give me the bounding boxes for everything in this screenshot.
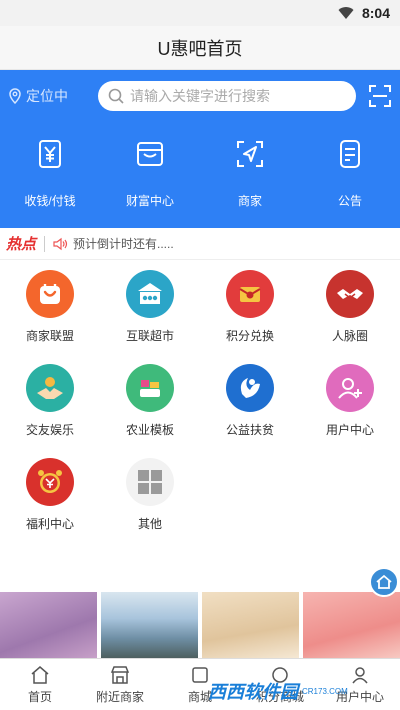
nav-label: 首页 xyxy=(27,689,52,704)
red-envelope-icon xyxy=(226,270,274,318)
wallet-icon xyxy=(137,142,163,166)
grid-item-label: 福利中心 xyxy=(25,517,74,531)
grid-item-label: 商家联盟 xyxy=(25,329,74,343)
grid-item-label: 用户中心 xyxy=(325,423,374,437)
speaker-icon xyxy=(53,237,68,250)
search-box[interactable] xyxy=(98,81,356,111)
hands-coin-icon xyxy=(26,364,74,412)
home-float-icon xyxy=(376,574,392,589)
grid-item-label: 互联超市 xyxy=(125,329,174,343)
grid-item-agriculture[interactable]: 农业模板 xyxy=(100,364,200,438)
status-time: 8:04 xyxy=(361,5,390,21)
banner-image-blanket-purple[interactable] xyxy=(0,592,97,658)
grid-item-points-exchange[interactable]: 积分兑换 xyxy=(200,270,300,344)
grid-item-social[interactable]: 交友娱乐 xyxy=(0,364,100,438)
yuan-receipt-icon xyxy=(39,140,61,168)
scan-icon[interactable] xyxy=(368,84,392,108)
handshake-icon xyxy=(326,270,374,318)
status-bar: 8:04 xyxy=(0,0,400,26)
blue-header: 定位中 收钱/付钱 财富中心 xyxy=(0,70,400,228)
grid-item-other[interactable]: 其他 xyxy=(100,458,200,532)
banner-image-blanket-pink[interactable] xyxy=(303,592,400,658)
grid-item-label: 其他 xyxy=(137,517,162,531)
quick-action-label: 商家 xyxy=(237,194,262,208)
watermark-logo: 西西软件园 CR173.COM xyxy=(208,678,348,704)
shop-icon xyxy=(110,665,130,684)
title-bar: U惠吧首页 xyxy=(0,26,400,70)
grid-item-supermarket[interactable]: 互联超市 xyxy=(100,270,200,344)
user-add-icon xyxy=(326,364,374,412)
search-icon xyxy=(108,88,124,104)
search-input[interactable] xyxy=(130,88,346,104)
banner-image-blanket-beige[interactable] xyxy=(202,592,299,658)
quick-action-pay[interactable]: 收钱/付钱 xyxy=(5,138,95,209)
watermark-main: 西西软件园 xyxy=(208,682,298,702)
home-icon xyxy=(31,665,49,684)
alarm-clock-icon xyxy=(26,458,74,506)
nav-item-home[interactable]: 首页 xyxy=(0,659,80,710)
floating-home-button[interactable] xyxy=(369,567,399,597)
quick-action-merchant[interactable]: 商家 xyxy=(205,138,295,209)
quick-action-wealth[interactable]: 财富中心 xyxy=(105,138,195,209)
hot-text: 预计倒计时还有..... xyxy=(73,237,174,251)
quick-action-label: 收钱/付钱 xyxy=(24,194,76,208)
smile-bag-icon xyxy=(26,270,74,318)
market-icon xyxy=(126,270,174,318)
grid-item-label: 人脉圈 xyxy=(331,329,368,343)
hot-logo: 热点 xyxy=(6,236,37,253)
quick-action-label: 公告 xyxy=(337,194,362,208)
grid-item-merchant-alliance[interactable]: 商家联盟 xyxy=(0,270,100,344)
grid-item-charity[interactable]: 公益扶贫 xyxy=(200,364,300,438)
search-row: 定位中 xyxy=(0,70,400,122)
grid-item-user-center[interactable]: 用户中心 xyxy=(300,364,400,438)
farm-icon xyxy=(126,364,174,412)
quick-action-notice[interactable]: 公告 xyxy=(305,138,395,209)
location-pin-icon xyxy=(9,88,21,104)
nav-label: 附近商家 xyxy=(95,689,144,704)
notice-icon xyxy=(340,140,360,168)
hot-news-bar[interactable]: 热点 预计倒计时还有..... xyxy=(0,228,400,260)
grid-item-network[interactable]: 人脉圈 xyxy=(300,270,400,344)
grid-item-label: 交友娱乐 xyxy=(25,423,74,437)
quick-action-label: 财富中心 xyxy=(125,194,174,208)
charity-icon xyxy=(226,364,274,412)
grid-item-label: 农业模板 xyxy=(125,423,174,437)
grid-item-welfare[interactable]: 福利中心 xyxy=(0,458,100,532)
location-label: 定位中 xyxy=(26,88,68,104)
quick-actions: 收钱/付钱 财富中心 商家 公告 xyxy=(0,122,400,209)
grid-item-label: 公益扶贫 xyxy=(225,423,274,437)
mall-icon xyxy=(192,666,208,683)
page-title: U惠吧首页 xyxy=(157,38,243,59)
product-banner[interactable] xyxy=(0,592,400,658)
banner-image-landscape[interactable] xyxy=(101,592,198,658)
navigation-icon xyxy=(237,141,263,167)
wifi-icon xyxy=(338,7,354,20)
grid-item-label: 积分兑换 xyxy=(225,329,274,343)
function-grid: 商家联盟 互联超市 积分兑换 人脉圈 交友娱乐 农业模板 公益扶贫 用户中心 福… xyxy=(0,260,400,532)
nav-item-nearby[interactable]: 附近商家 xyxy=(80,659,160,710)
watermark-sub: CR173.COM xyxy=(302,686,348,696)
user-icon xyxy=(352,666,368,683)
grid-icon xyxy=(126,458,174,506)
location-button[interactable]: 定位中 xyxy=(8,86,98,106)
divider xyxy=(44,235,46,252)
